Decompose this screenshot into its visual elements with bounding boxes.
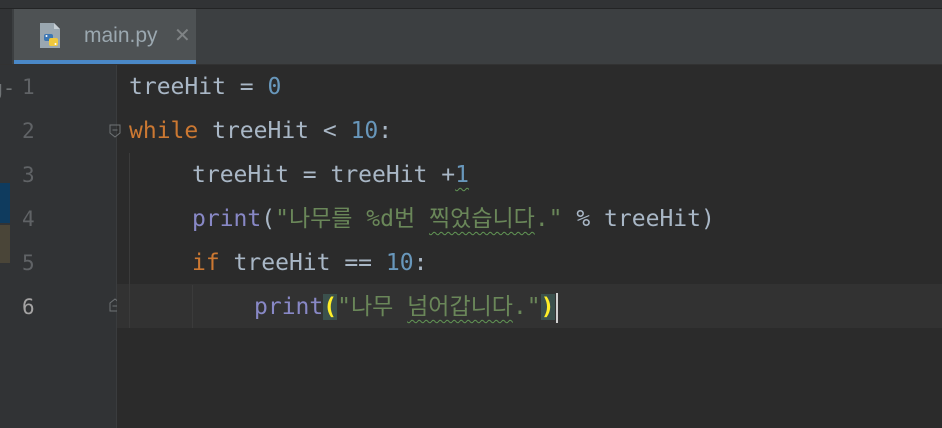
project-panel-selection <box>0 183 10 223</box>
fold-start-icon[interactable] <box>109 124 121 138</box>
text-caret <box>555 292 558 323</box>
current-line-gutter <box>0 284 116 328</box>
matched-brace: ( <box>323 294 338 320</box>
project-panel-highlight <box>0 225 10 263</box>
line-number: 3 <box>22 163 35 187</box>
code-line-6[interactable]: print("나무 넘어갑니다.") <box>254 285 558 329</box>
tool-window-edge <box>0 9 12 64</box>
active-tab-indicator <box>14 60 196 64</box>
line-number: 5 <box>22 251 35 275</box>
tab-filename: main.py <box>84 24 158 47</box>
line-number-current: 6 <box>22 295 35 319</box>
indent-guide <box>192 285 193 328</box>
code-line-5[interactable]: if treeHit == 10: <box>192 241 427 285</box>
indent-guide <box>129 153 130 328</box>
close-icon[interactable]: ✕ <box>174 23 191 47</box>
line-number: 2 <box>22 119 35 143</box>
top-strip <box>0 0 942 9</box>
clipped-panel-text: g- <box>0 76 16 100</box>
tab-main-py[interactable]: main.py ✕ <box>14 9 196 64</box>
gutter <box>0 65 116 428</box>
line-number: 1 <box>22 75 35 99</box>
matched-brace: ) <box>540 294 555 320</box>
code-line-2[interactable]: while treeHit < 10: <box>129 109 392 153</box>
gutter-separator <box>116 65 117 428</box>
code-line-1[interactable]: treeHit = 0 <box>129 65 281 109</box>
code-line-3[interactable]: treeHit = treeHit +1 <box>192 153 469 197</box>
line-number: 4 <box>22 207 35 231</box>
code-line-4[interactable]: print("나무를 %d번 찍었습니다." % treeHit) <box>192 197 715 241</box>
python-file-icon <box>40 23 60 48</box>
